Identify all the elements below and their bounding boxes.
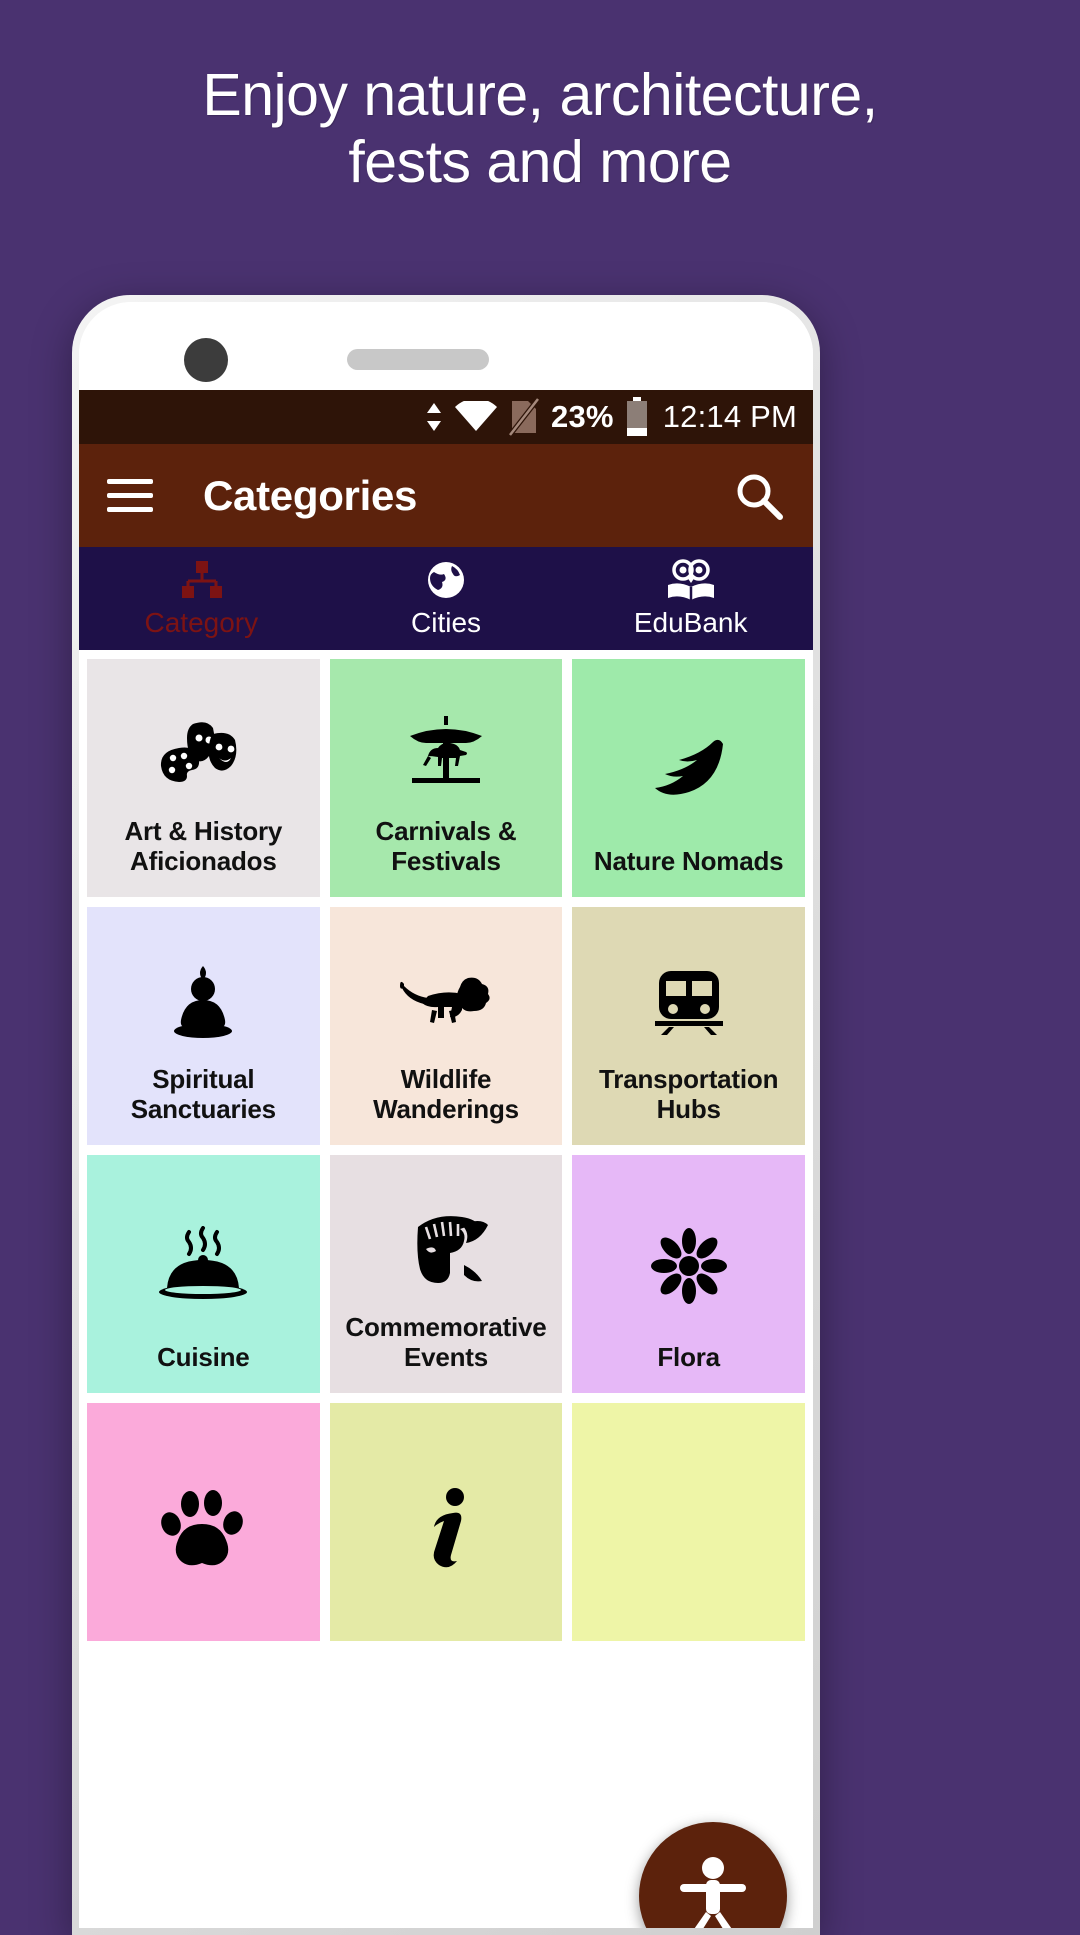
food-cloche-icon	[95, 1189, 312, 1342]
tab-cities[interactable]: Cities	[324, 547, 569, 650]
tab-label-category: Category	[144, 607, 259, 638]
wifi-icon	[455, 401, 498, 433]
status-bar: 23% 12:14 PM	[79, 390, 813, 444]
tile-unlabeled[interactable]	[572, 1403, 805, 1641]
battery-percent-label: 23%	[551, 399, 614, 434]
phone-screen-frame: 23% 12:14 PM Categories Category Cities …	[79, 302, 813, 1928]
tile-label: Flora	[657, 1342, 720, 1373]
lion-icon	[338, 941, 555, 1064]
paw-print-icon	[95, 1437, 312, 1621]
tab-edubank[interactable]: EduBank	[568, 547, 813, 650]
up-down-arrows-icon	[424, 402, 444, 432]
promo-headline: Enjoy nature, architecture, fests and mo…	[0, 62, 1080, 195]
tile-label: Commemorative Events	[345, 1311, 547, 1373]
tile-wildlife-wanderings[interactable]: Wildlife Wanderings	[329, 907, 563, 1145]
person-guide-icon	[670, 1854, 756, 1928]
leaf-icon	[580, 693, 797, 846]
app-screen: 23% 12:14 PM Categories Category Cities …	[79, 390, 813, 1928]
tile-label: Carnivals & Festivals	[375, 815, 517, 877]
tab-label-cities: Cities	[411, 607, 482, 638]
information-italic-i-icon	[338, 1437, 555, 1621]
phone-mockup: 23% 12:14 PM Categories Category Cities …	[72, 295, 820, 1935]
status-bar-clock: 12:14 PM	[662, 399, 797, 434]
promo-headline-line1: Enjoy nature, architecture,	[202, 62, 878, 128]
owl-book-icon	[665, 558, 717, 602]
tile-information[interactable]	[329, 1403, 563, 1641]
tab-category[interactable]: Category	[79, 547, 324, 650]
tile-label: Spiritual Sanctuaries	[130, 1063, 276, 1125]
tile-cuisine[interactable]: Cuisine	[87, 1155, 320, 1393]
theatre-masks-palette-icon	[95, 693, 312, 816]
tile-label: Nature Nomads	[593, 846, 784, 877]
tile-label: Transportation Hubs	[599, 1063, 779, 1125]
tab-bar: Category Cities EduBank	[79, 547, 813, 650]
battery-low-icon	[625, 397, 649, 437]
phone-bezel-top	[79, 302, 813, 390]
tile-commemorative-events[interactable]: Commemorative Events	[329, 1155, 563, 1393]
tile-carnivals-festivals[interactable]: Carnivals & Festivals	[329, 659, 563, 897]
flower-icon	[580, 1189, 797, 1342]
tile-transportation-hubs[interactable]: Transportation Hubs	[572, 907, 805, 1145]
tile-flora[interactable]: Flora	[572, 1155, 805, 1393]
earpiece-speaker-icon	[347, 349, 489, 370]
tile-art-history[interactable]: Art & History Aficionados	[87, 659, 320, 897]
tile-spiritual-sanctuaries[interactable]: Spiritual Sanctuaries	[87, 907, 320, 1145]
globe-icon	[424, 558, 468, 602]
tile-nature-nomads[interactable]: Nature Nomads	[572, 659, 805, 897]
sitemap-icon	[179, 558, 223, 602]
carousel-icon	[338, 693, 555, 816]
train-icon	[580, 941, 797, 1064]
page-title: Categories	[203, 471, 418, 519]
tile-label: Wildlife Wanderings	[373, 1063, 519, 1125]
category-grid: Art & History Aficionados Carnivals & Fe…	[79, 650, 813, 1641]
guide-fab-button[interactable]	[639, 1822, 787, 1928]
tab-label-edubank: EduBank	[633, 607, 748, 638]
app-bar: Categories	[79, 444, 813, 547]
tile-label: Cuisine	[157, 1342, 250, 1373]
search-icon[interactable]	[733, 470, 785, 522]
blank-icon	[580, 1437, 797, 1621]
buddha-icon	[95, 941, 312, 1064]
spartan-helmet-icon	[338, 1189, 555, 1312]
tile-pets[interactable]	[87, 1403, 320, 1641]
hamburger-menu-icon[interactable]	[107, 470, 153, 521]
no-sim-icon	[508, 397, 541, 437]
front-camera-icon	[184, 338, 228, 382]
promo-headline-line2: fests and more	[348, 128, 732, 195]
tile-label: Art & History Aficionados	[124, 815, 283, 877]
